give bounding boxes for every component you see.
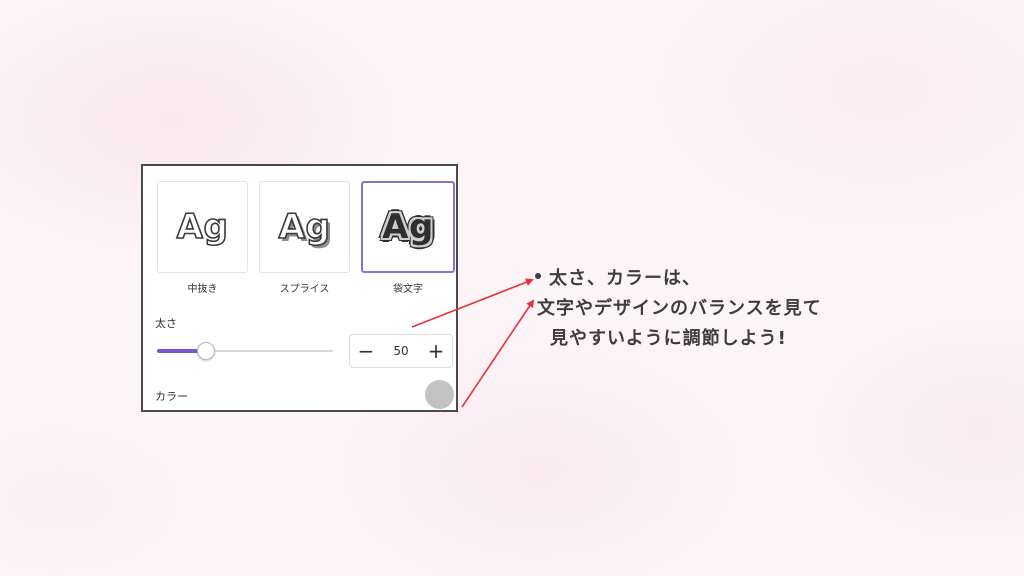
style-label-bag: 袋文字 — [393, 284, 423, 295]
color-label: カラー — [155, 390, 188, 403]
style-preview-outline: Ag — [176, 207, 229, 247]
style-preview-splice: Ag — [278, 207, 331, 247]
plus-icon[interactable]: + — [426, 341, 446, 361]
minus-icon[interactable]: − — [356, 341, 376, 361]
annotation-line-1: 太さ、カラーは、 — [535, 264, 701, 290]
annotation-line-1-text: 太さ、カラーは、 — [549, 268, 701, 289]
text-style-panel: Ag Ag Ag 中抜き スプライス 袋文字 太さ − 50 + カラー — [141, 164, 458, 412]
slider-thumb[interactable] — [197, 342, 216, 360]
style-option-splice[interactable]: Ag — [259, 181, 350, 273]
style-option-outline[interactable]: Ag — [157, 181, 248, 273]
thickness-slider[interactable] — [157, 342, 333, 360]
color-swatch[interactable] — [425, 380, 454, 409]
style-option-bag[interactable]: Ag — [361, 181, 455, 273]
annotation-line-2: 文字やデザインのバランスを見て — [537, 298, 822, 319]
style-preview-bag: Ag — [382, 207, 434, 247]
thickness-label: 太さ — [155, 317, 177, 330]
style-label-splice: スプライス — [279, 284, 330, 295]
bullet-icon — [535, 273, 541, 279]
annotation-line-3: 見やすいように調節しよう! — [550, 328, 787, 349]
thickness-value[interactable]: 50 — [393, 344, 408, 358]
thickness-stepper: − 50 + — [349, 334, 453, 368]
style-label-outline: 中抜き — [187, 284, 218, 295]
